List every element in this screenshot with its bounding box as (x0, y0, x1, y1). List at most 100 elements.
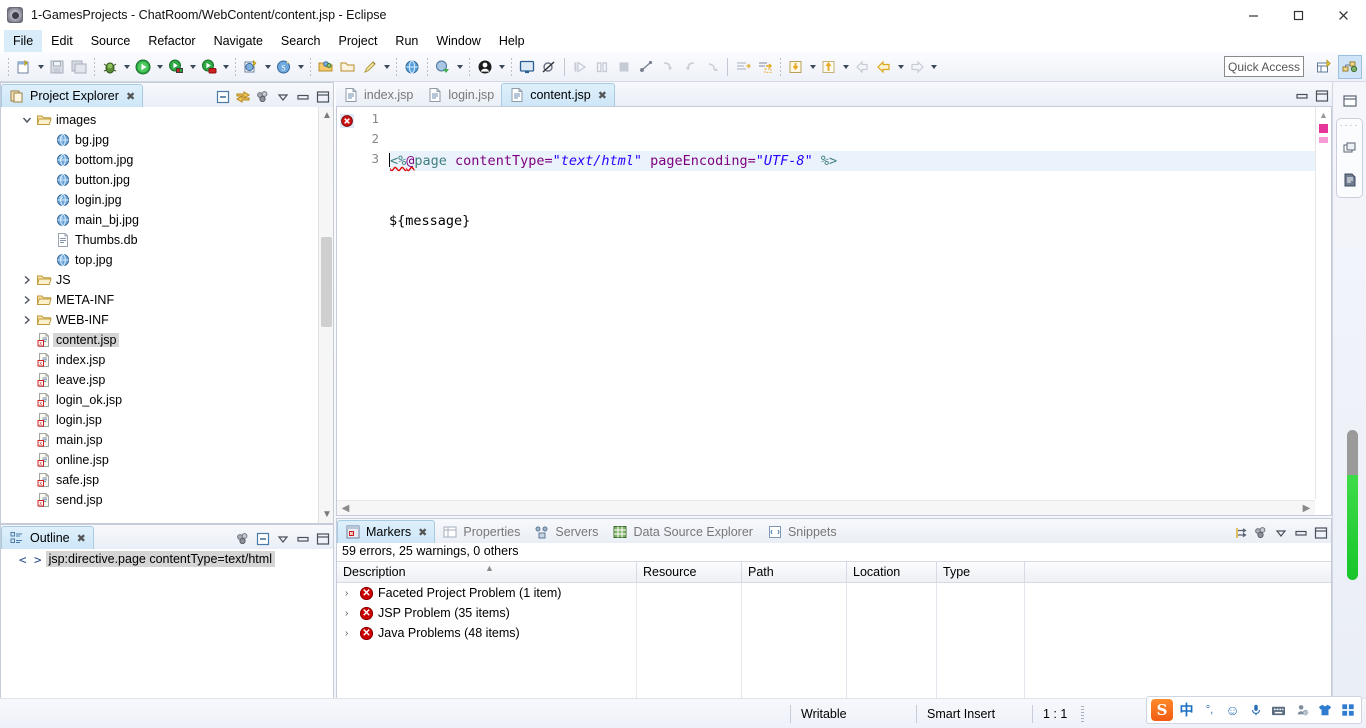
project-explorer-body[interactable]: images bg.jpg bottom.jpg button.jpg login.jp… (1, 107, 333, 523)
mic-icon[interactable] (1246, 701, 1265, 720)
tab-content-jsp[interactable]: content.jsp ✖ (501, 83, 615, 106)
twisty-collapsed-icon[interactable] (19, 312, 35, 328)
external-tools-icon[interactable] (432, 56, 454, 78)
markers-row[interactable]: › ✕ JSP Problem (35 items) (337, 603, 1331, 623)
menu-edit[interactable]: Edit (42, 30, 82, 52)
forward-dropdown-icon[interactable] (928, 56, 939, 78)
menu-project[interactable]: Project (330, 30, 387, 52)
tree-item-bottom-jpg[interactable]: bottom.jpg (1, 150, 333, 170)
forward-history-dropdown-icon[interactable] (840, 56, 851, 78)
close-button[interactable] (1321, 0, 1366, 30)
editor-gutter[interactable] (337, 107, 357, 499)
code-line-3[interactable] (389, 271, 1315, 291)
expand-arrow-icon[interactable]: › (345, 588, 355, 599)
keyboard-icon[interactable] (1269, 701, 1288, 720)
source-code[interactable]: <%@page contentType="text/html" pageEnco… (383, 107, 1315, 499)
tree-item-send-jsp[interactable]: x send.jsp (1, 490, 333, 510)
tab-login-jsp[interactable]: login.jsp (420, 83, 501, 106)
close-icon[interactable]: ✖ (418, 526, 427, 539)
close-icon[interactable]: ✖ (598, 89, 607, 102)
minimize-icon[interactable] (1292, 524, 1309, 541)
column-resource[interactable]: Resource (637, 562, 742, 582)
twisty-expanded-icon[interactable] (19, 112, 35, 128)
markers-row[interactable]: › ✕ Java Problems (48 items) (337, 623, 1331, 643)
menu-run[interactable]: Run (386, 30, 427, 52)
marker-dropdown-icon[interactable] (381, 56, 392, 78)
run-icon[interactable] (132, 56, 154, 78)
menu-file[interactable]: File (4, 30, 43, 52)
markers-row[interactable]: › ✕ Faceted Project Problem (1 item) (337, 583, 1331, 603)
run-server-icon[interactable] (165, 56, 187, 78)
editor-hscrollbar[interactable]: ◀ ▶ (337, 500, 1315, 515)
stop-server-icon[interactable] (198, 56, 220, 78)
focus-on-selection-icon[interactable] (1232, 524, 1249, 541)
outline-minimized-icon[interactable] (1337, 167, 1363, 193)
minimize-icon[interactable] (294, 88, 311, 105)
scroll-left-icon[interactable]: ◀ (339, 502, 352, 515)
person-icon[interactable]: 15 (1292, 701, 1311, 720)
chevron-down-icon[interactable] (1272, 524, 1289, 541)
tab-outline[interactable]: Outline ✖ (1, 526, 94, 549)
open-resource-icon[interactable] (337, 56, 359, 78)
maximize-icon[interactable] (314, 530, 331, 547)
view-menu-icon[interactable] (254, 88, 271, 105)
grid-icon[interactable] (1338, 701, 1357, 720)
close-icon[interactable]: ✖ (126, 90, 135, 103)
sogou-logo-icon[interactable]: S (1151, 699, 1173, 721)
expand-arrow-icon[interactable]: › (345, 628, 355, 639)
marker-icon[interactable] (359, 56, 381, 78)
profile-icon[interactable] (474, 56, 496, 78)
back-history-dropdown-icon[interactable] (895, 56, 906, 78)
minimize-icon[interactable] (294, 530, 311, 547)
last-edit-icon[interactable] (785, 56, 807, 78)
last-edit-dropdown-icon[interactable] (807, 56, 818, 78)
debug-icon[interactable] (99, 56, 121, 78)
tree-item-main-bj-jpg[interactable]: main_bj.jpg (1, 210, 333, 230)
menu-source[interactable]: Source (82, 30, 140, 52)
menu-navigate[interactable]: Navigate (205, 30, 272, 52)
twisty-collapsed-icon[interactable] (19, 272, 35, 288)
restore-editor-icon[interactable] (1337, 135, 1363, 161)
quick-access-input[interactable]: Quick Access (1224, 56, 1304, 77)
maximize-button[interactable] (1276, 0, 1321, 30)
twisty-collapsed-icon[interactable] (19, 292, 35, 308)
search-dropdown-icon[interactable] (295, 56, 306, 78)
expand-arrow-icon[interactable]: › (345, 608, 355, 619)
run-server-dropdown-icon[interactable] (187, 56, 198, 78)
drag-handle[interactable]: ···· (1337, 121, 1362, 130)
status-resize-grip[interactable] (1081, 705, 1085, 722)
tab-snippets[interactable]: Snippets (760, 520, 844, 543)
minimize-icon[interactable] (1293, 87, 1310, 104)
column-description[interactable]: Description ▲ (337, 562, 637, 582)
maximize-icon[interactable] (314, 88, 331, 105)
new-jsp-icon[interactable] (240, 56, 262, 78)
tree-item-js[interactable]: JS (1, 270, 333, 290)
run-dropdown-icon[interactable] (154, 56, 165, 78)
new-wizard-icon[interactable] (13, 56, 35, 78)
column-path[interactable]: Path (742, 562, 847, 582)
chevron-up-icon[interactable]: ▲ (1319, 110, 1328, 120)
tree-item-images[interactable]: images (1, 110, 333, 130)
maximize-icon[interactable] (1312, 524, 1329, 541)
shirt-icon[interactable] (1315, 701, 1334, 720)
menu-search[interactable]: Search (272, 30, 330, 52)
new-jsp-dropdown-icon[interactable] (262, 56, 273, 78)
outline-entry[interactable]: < > jsp:directive.page contentType=text/… (1, 549, 333, 569)
tree-item-thumbs-db[interactable]: Thumbs.db (1, 230, 333, 250)
tree-item-safe-jsp[interactable]: x safe.jsp (1, 470, 333, 490)
external-tools-dropdown-icon[interactable] (454, 56, 465, 78)
scroll-down-icon[interactable]: ▼ (322, 509, 332, 520)
collapse-all-icon[interactable] (254, 530, 271, 547)
error-marker-icon[interactable] (337, 111, 357, 131)
debug-dropdown-icon[interactable] (121, 56, 132, 78)
open-type-icon[interactable] (315, 56, 337, 78)
ime-emoji-icon[interactable]: ☺ (1223, 701, 1242, 720)
tab-properties[interactable]: Properties (435, 520, 527, 543)
column-type[interactable]: Type (937, 562, 1025, 582)
java-ee-perspective-icon[interactable] (1338, 55, 1362, 79)
link-with-editor-icon[interactable] (234, 88, 251, 105)
maximize-icon[interactable] (1313, 87, 1330, 104)
search-icon[interactable]: S (273, 56, 295, 78)
column-location[interactable]: Location (847, 562, 937, 582)
ime-mode-chinese[interactable]: 中 (1177, 701, 1196, 720)
